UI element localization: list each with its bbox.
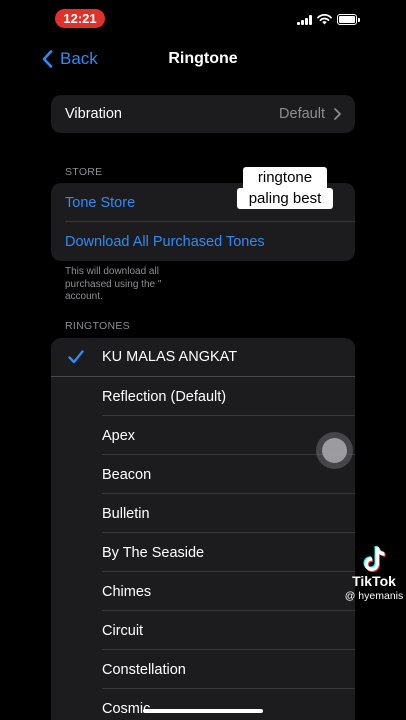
tiktok-username: @ hyemanis [344, 590, 404, 602]
download-all-tones-link[interactable]: Download All Purchased Tones [51, 222, 355, 261]
tiktok-brand: TikTok [352, 573, 396, 589]
status-bar: 12:21 [0, 0, 406, 40]
vibration-label: Vibration [65, 106, 122, 122]
tiktok-watermark: TikTok @ hyemanis [342, 545, 406, 602]
checkmark-icon [68, 350, 84, 364]
vibration-row[interactable]: Vibration Default [51, 95, 355, 133]
wifi-icon [317, 14, 332, 25]
ringtone-item[interactable]: Chimes [51, 572, 355, 611]
ringtone-label: Apex [102, 427, 136, 444]
ringtones-list: KU MALAS ANGKAT Reflection (Default) Ape… [51, 338, 355, 720]
tiktok-logo-icon [363, 546, 386, 572]
video-caption: ringtone paling best [237, 167, 333, 209]
navigation-bar: Back Ringtone [0, 42, 406, 76]
ringtone-label: By The Seaside [102, 544, 205, 561]
page-title: Ringtone [168, 50, 238, 67]
ringtone-label: Circuit [102, 622, 144, 639]
ringtone-label: Bulletin [102, 505, 150, 522]
ringtone-item[interactable]: Apex [51, 416, 355, 455]
battery-icon [337, 14, 360, 25]
chevron-right-icon [334, 108, 341, 120]
ringtone-label: KU MALAS ANGKAT [102, 349, 238, 365]
store-footnote-line: purchased using the " [65, 278, 162, 290]
ringtone-item[interactable]: Reflection (Default) [51, 377, 355, 416]
assistive-touch-button[interactable] [316, 432, 353, 469]
status-time: 12:21 [55, 9, 105, 28]
ringtone-item[interactable]: Bulletin [51, 494, 355, 533]
cellular-signal-icon [297, 15, 315, 25]
vibration-group: Vibration Default [51, 95, 355, 133]
caption-line-1: ringtone [243, 167, 327, 188]
ringtone-item[interactable]: By The Seaside [51, 533, 355, 572]
ringtone-label: Constellation [102, 661, 186, 678]
store-footnote-line: account. [65, 291, 103, 302]
ringtone-item-selected[interactable]: KU MALAS ANGKAT [51, 338, 355, 377]
home-indicator[interactable] [143, 709, 263, 713]
store-footnote-line: This will download all [65, 266, 159, 277]
ringtone-item[interactable]: Constellation [51, 650, 355, 689]
caption-line-2: paling best [237, 188, 333, 209]
ringtone-label: Chimes [102, 583, 152, 600]
store-footnote: This will download all purchased using t… [65, 266, 177, 304]
ringtone-item[interactable]: Circuit [51, 611, 355, 650]
vibration-value: Default [279, 106, 325, 122]
ringtone-item[interactable]: Beacon [51, 455, 355, 494]
ringtones-section-header: RINGTONES [65, 320, 130, 332]
ringtone-label: Beacon [102, 466, 152, 483]
ringtone-label: Reflection (Default) [102, 388, 227, 405]
store-section-header: STORE [65, 166, 103, 178]
ringtone-item[interactable]: Cosmic [51, 689, 355, 720]
